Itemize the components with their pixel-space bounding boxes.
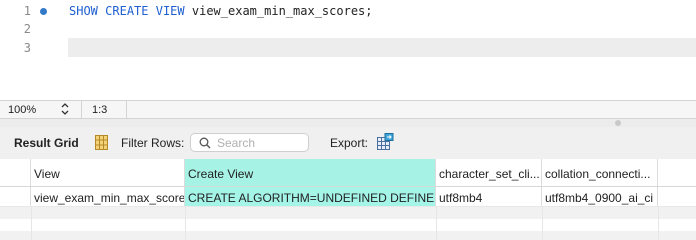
empty-row [0, 219, 696, 231]
table-cell-create-view[interactable]: CREATE ALGORITHM=UNDEFINED DEFINER... [185, 187, 436, 206]
sql-keyword: SHOW [69, 4, 98, 18]
grid-layout-icon[interactable] [95, 135, 108, 150]
column-header-view[interactable]: View [31, 159, 185, 186]
grid-column-line [542, 207, 543, 240]
search-icon [199, 137, 211, 149]
line-number: 2 [23, 22, 31, 36]
cursor-position: 1:3 [92, 104, 108, 116]
line-number-gutter: 1 2 3 [0, 0, 62, 100]
export-table-icon[interactable] [376, 133, 394, 151]
result-grid[interactable]: View Create View character_set_cli... co… [0, 159, 696, 240]
sql-keyword: VIEW [155, 4, 185, 18]
result-grid-label: Result Grid [14, 136, 79, 150]
export-label: Export: [330, 136, 369, 150]
zoom-stepper-icon[interactable] [60, 102, 70, 116]
sql-editor[interactable]: 1 2 3 SHOW CREATE VIEW view_exam_min_max… [0, 0, 696, 100]
result-toolbar: Result Grid Filter Rows: Export: [0, 127, 696, 159]
sql-identifier: view_exam_min_max_scores; [191, 4, 373, 18]
line-number: 3 [23, 41, 31, 55]
editor-status-bar: 100% 1:3 [0, 100, 696, 119]
grid-column-line [658, 207, 659, 240]
row-selector[interactable] [0, 187, 31, 206]
table-cell-view[interactable]: view_exam_min_max_scores [31, 187, 185, 206]
grid-column-line [185, 207, 186, 240]
column-header-character-set-client[interactable]: character_set_cli... [436, 159, 542, 186]
code-line-1[interactable]: SHOW CREATE VIEW view_exam_min_max_score… [69, 4, 373, 18]
column-header-create-view[interactable]: Create View [185, 159, 436, 186]
statement-marker-dot[interactable] [40, 8, 47, 15]
filter-search-box[interactable] [190, 133, 309, 152]
table-cell-collation-connection[interactable]: utf8mb4_0900_ai_ci [542, 187, 658, 206]
row-selector-header[interactable] [0, 159, 31, 186]
grid-column-line [31, 207, 32, 240]
status-divider [81, 101, 82, 119]
filter-rows-label: Filter Rows: [121, 136, 185, 150]
table-header-row: View Create View character_set_cli... co… [0, 159, 696, 187]
grid-column-line [436, 207, 437, 240]
splitter-handle-icon[interactable] [615, 120, 621, 126]
empty-row [0, 231, 696, 240]
sql-keyword: CREATE [105, 4, 149, 18]
panel-splitter[interactable] [0, 119, 696, 127]
status-divider [126, 101, 127, 119]
line-number: 1 [23, 4, 31, 18]
table-row[interactable]: view_exam_min_max_scores CREATE ALGORITH… [0, 187, 696, 207]
empty-row [0, 207, 696, 219]
search-input[interactable] [217, 135, 305, 151]
zoom-level[interactable]: 100% [8, 104, 36, 116]
table-cell-character-set-client[interactable]: utf8mb4 [436, 187, 542, 206]
current-line-highlight [68, 38, 696, 57]
column-header-collation-connection[interactable]: collation_connecti... [542, 159, 658, 186]
